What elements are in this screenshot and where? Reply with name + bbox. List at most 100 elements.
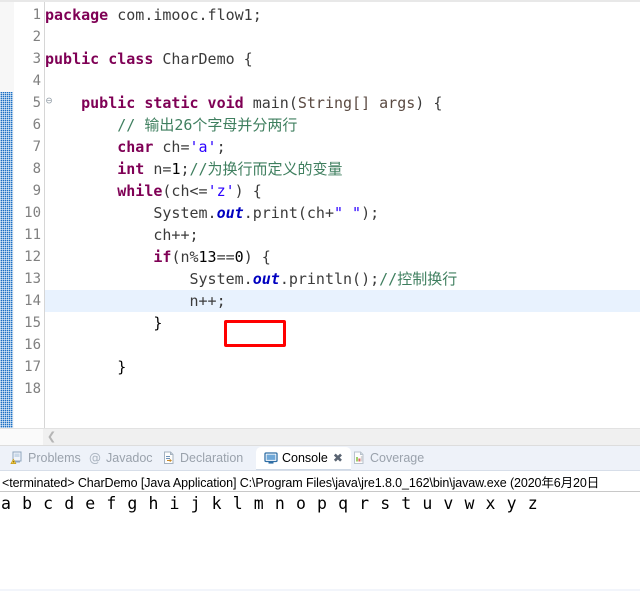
code-surface[interactable]: package com.imooc.flow1; public class Cha… xyxy=(45,2,640,428)
line-number: 15 xyxy=(24,315,41,331)
code-token-str: " " xyxy=(334,204,362,222)
line-number: 6 xyxy=(32,117,41,133)
line-number: 10 xyxy=(24,205,41,221)
annotation-ruler-marker[interactable] xyxy=(0,92,13,430)
tab-console[interactable]: Console ✖ xyxy=(256,447,351,470)
line-number: 7 xyxy=(32,139,41,155)
code-token-kw: package xyxy=(45,6,118,24)
tab-label: Declaration xyxy=(180,451,244,466)
console-icon xyxy=(264,450,278,464)
line-number: 2 xyxy=(32,29,41,45)
code-token-str: 'a' xyxy=(189,138,217,156)
code-token-pln xyxy=(45,248,153,266)
line-number: 4 xyxy=(32,73,41,89)
bottom-panel-tabbar[interactable]: Problems @ Javadoc Declaration Console ✖ Cover… xyxy=(0,446,640,470)
code-token-fld: out xyxy=(216,204,244,222)
code-token-blk: } xyxy=(45,358,127,376)
code-token-pln: CharDemo { xyxy=(162,50,253,68)
line-number: 16 xyxy=(24,337,41,353)
code-token-pln: System. xyxy=(45,204,217,222)
code-line[interactable]: public static void main(String[] args) { xyxy=(45,92,442,114)
line-number-gutter[interactable]: 1 2 3 4 5 6 7 8 9 10 11 12 13 14 15 16 17 18 xyxy=(14,2,45,428)
code-token-pln: ) { xyxy=(243,248,271,266)
code-token-kw: public class xyxy=(45,50,163,68)
code-line[interactable]: if(n%13==0) { xyxy=(45,246,271,268)
code-line[interactable]: public class CharDemo { xyxy=(45,48,253,70)
code-token-pln xyxy=(45,138,117,156)
console-output-text: a b c d e f g h i j k l m n o p q r s t … xyxy=(1,494,539,513)
code-token-pln: System. xyxy=(45,270,253,288)
line-number: 5 xyxy=(32,95,41,111)
code-line[interactable]: char ch='a'; xyxy=(45,136,225,158)
tab-coverage[interactable]: Coverage xyxy=(348,447,428,470)
line-number: 3 xyxy=(32,51,41,67)
tab-javadoc[interactable]: @ Javadoc xyxy=(84,447,157,470)
tab-label: Console xyxy=(282,451,328,466)
editor-horizontal-scrollbar[interactable]: ❮ xyxy=(0,428,640,446)
code-token-pln: n= xyxy=(153,160,172,178)
line-number: 17 xyxy=(24,359,41,375)
code-token-pln xyxy=(45,182,117,200)
code-token-pln: ) { xyxy=(234,182,262,200)
line-number: 18 xyxy=(24,381,41,397)
code-token-typ: String[] args xyxy=(297,94,416,112)
declaration-icon xyxy=(162,450,176,464)
scroll-left-arrow-icon[interactable]: ❮ xyxy=(43,429,60,446)
code-line[interactable]: } xyxy=(45,356,126,378)
code-token-cmt: //为换行而定义的变量 xyxy=(189,160,343,178)
console-view[interactable]: <terminated> CharDemo [Java Application]… xyxy=(0,470,640,592)
code-line[interactable]: System.out.print(ch+" "); xyxy=(45,202,379,224)
code-token-pln: ); xyxy=(361,204,380,222)
code-token-fld: out xyxy=(252,270,280,288)
fold-collapse-icon[interactable]: ⊖ xyxy=(44,90,54,112)
code-line[interactable]: System.out.println();//控制换行 xyxy=(45,268,457,290)
code-token-pln xyxy=(45,116,117,134)
code-token-cmt: //控制换行 xyxy=(379,270,458,288)
code-token-pln: n++; xyxy=(45,292,226,310)
code-token-pln: ch++; xyxy=(45,226,199,244)
tab-declaration[interactable]: Declaration xyxy=(158,447,247,470)
code-token-kw: public static void xyxy=(81,94,253,112)
line-number: 11 xyxy=(24,227,41,243)
close-icon[interactable]: ✖ xyxy=(333,447,343,470)
line-number: 9 xyxy=(32,183,41,199)
tab-label: Coverage xyxy=(370,451,425,466)
console-status-line: <terminated> CharDemo [Java Application]… xyxy=(2,476,600,490)
code-token-pln: com.imooc.flow1; xyxy=(117,6,262,24)
code-token-kw: int xyxy=(117,160,154,178)
code-token-pln: .print(ch+ xyxy=(243,204,334,222)
line-number: 1 xyxy=(32,7,41,23)
code-token-kw: while xyxy=(117,182,163,200)
code-editor[interactable]: 1 2 3 4 5 6 7 8 9 10 11 12 13 14 15 16 17 18 package com.… xyxy=(0,0,640,446)
javadoc-icon: @ xyxy=(88,450,102,465)
code-token-pln: (n% xyxy=(171,248,199,266)
code-token-pln: ch= xyxy=(162,138,190,156)
tab-label: Javadoc xyxy=(106,451,153,466)
code-line[interactable]: n++; xyxy=(45,290,226,312)
code-line[interactable]: // 输出26个字母并分两行 xyxy=(45,114,297,136)
code-token-kw: if xyxy=(153,248,172,266)
code-line[interactable]: while(ch<='z') { xyxy=(45,180,262,202)
code-token-str: 'z' xyxy=(207,182,235,200)
code-token-blk: } xyxy=(45,314,163,332)
code-token-pln: ; xyxy=(180,160,190,178)
code-token-pln: (ch<= xyxy=(162,182,208,200)
code-line[interactable]: } xyxy=(45,312,162,334)
code-token-pln: ) { xyxy=(415,94,443,112)
line-number: 13 xyxy=(24,271,41,287)
tab-problems[interactable]: Problems xyxy=(6,447,85,470)
problems-icon xyxy=(10,450,24,464)
coverage-icon xyxy=(352,450,366,464)
code-token-kw: char xyxy=(117,138,163,156)
svg-text:@: @ xyxy=(89,451,101,465)
code-line[interactable]: int n=1;//为换行而定义的变量 xyxy=(45,158,343,180)
code-token-pln xyxy=(45,160,117,178)
code-token-pln: .println(); xyxy=(279,270,380,288)
code-line[interactable]: ch++; xyxy=(45,224,199,246)
code-token-num: 13 xyxy=(198,248,217,266)
line-number: 8 xyxy=(32,161,41,177)
console-separator xyxy=(0,491,640,492)
code-token-cmt: // 输出26个字母并分两行 xyxy=(117,116,298,134)
code-line[interactable]: package com.imooc.flow1; xyxy=(45,4,262,26)
bottom-panel[interactable]: Problems @ Javadoc Declaration Console ✖ Cover… xyxy=(0,446,640,592)
